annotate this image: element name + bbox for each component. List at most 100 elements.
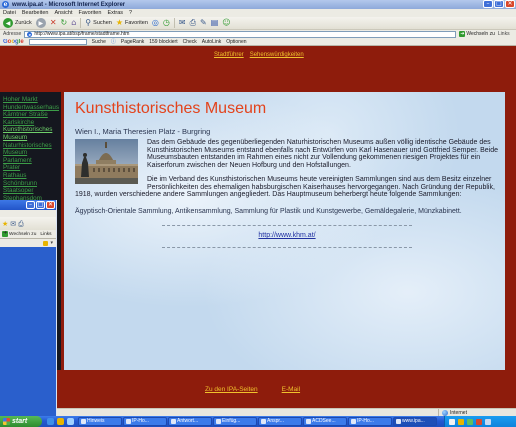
- page-icon: e: [27, 31, 33, 37]
- search-button[interactable]: ⚲ Suchen: [85, 18, 112, 28]
- page-subtitle: Wien I., Maria Theresien Platz - Burgrin…: [75, 127, 211, 136]
- divider-line: [162, 247, 412, 248]
- page-title: Kunsthistorisches Museum: [75, 100, 267, 117]
- toolbar-icon[interactable]: [43, 240, 49, 246]
- desktop-quicklaunch-icon[interactable]: [67, 418, 74, 425]
- sidebar-link[interactable]: Prater: [3, 164, 59, 172]
- back-arrow-icon: ◀: [3, 18, 13, 28]
- refresh-icon[interactable]: ↻: [61, 18, 68, 28]
- sidebar-link-current[interactable]: Kunsthistorisches Museum: [3, 126, 59, 141]
- address-label: Adresse: [3, 31, 22, 37]
- globe-icon: [442, 409, 448, 416]
- network-icon[interactable]: [449, 418, 455, 425]
- favorites-button[interactable]: ★ Favoriten: [116, 18, 148, 28]
- history-icon[interactable]: ◷: [163, 18, 170, 28]
- window-controls: – □ ✕: [483, 0, 515, 8]
- sidebar-link[interactable]: Staatsoper: [3, 187, 59, 195]
- check-button[interactable]: Check: [183, 39, 197, 45]
- messenger-icon[interactable]: [467, 418, 473, 425]
- frame-top-nav: Stadtführer Sehenswürdigkeiten: [214, 52, 304, 58]
- mail-icon[interactable]: ✉: [10, 219, 16, 229]
- second-window-title-bar[interactable]: – □ ✕: [0, 200, 56, 210]
- taskbar-buttons: Hinweis IP-Ho... Antwort... Einfüg... An…: [78, 417, 437, 426]
- chevron-down-icon[interactable]: ▾: [50, 240, 53, 246]
- forward-button[interactable]: ▶: [35, 18, 46, 28]
- close-button[interactable]: ✕: [46, 201, 55, 209]
- nav-link-sehenswuerdigkeiten[interactable]: Sehenswürdigkeiten: [250, 52, 304, 58]
- email-link[interactable]: E-Mail: [282, 386, 300, 393]
- messenger-icon[interactable]: ☺: [222, 18, 230, 28]
- home-icon[interactable]: ⌂: [71, 18, 76, 28]
- google-search-input[interactable]: [28, 38, 87, 45]
- menu-help[interactable]: ?: [129, 10, 132, 16]
- google-search-button[interactable]: Suche: [92, 39, 106, 45]
- pagerank-button[interactable]: PageRank: [121, 39, 144, 45]
- links-button[interactable]: Links: [498, 31, 510, 37]
- menu-favoriten[interactable]: Favoriten: [79, 10, 102, 16]
- menu-extras[interactable]: Extras: [107, 10, 123, 16]
- go-button[interactable]: ➜ Wechseln zu: [2, 231, 36, 237]
- sidebar-link[interactable]: Kärntner Straße: [3, 111, 59, 119]
- taskbar: start Hinweis IP-Ho... Antwort... Einfüg…: [0, 416, 516, 427]
- toolbar-separator: [173, 18, 175, 28]
- sidebar-link[interactable]: Naturhistorisches Museum: [3, 142, 59, 157]
- google-logo[interactable]: Google: [3, 39, 24, 45]
- autolink-button[interactable]: AutoLink: [202, 39, 221, 45]
- security-icon[interactable]: [458, 418, 464, 425]
- ie-quicklaunch-icon[interactable]: [47, 418, 54, 425]
- taskbar-button[interactable]: IP-Ho...: [123, 417, 167, 426]
- options-button[interactable]: Optionen: [226, 39, 246, 45]
- standard-toolbar: ◀ Zurück ▶ ✕ ↻ ⌂ ⚲ Suchen ★ Favoriten ◎ …: [0, 17, 516, 30]
- taskbar-button[interactable]: Hinweis: [78, 417, 122, 426]
- ipa-pages-link[interactable]: Zu den IPA-Seiten: [205, 386, 258, 393]
- taskbar-button[interactable]: Einfüg...: [213, 417, 257, 426]
- links-button[interactable]: Links: [40, 232, 51, 237]
- sidebar-link[interactable]: Parlament: [3, 157, 59, 165]
- address-input[interactable]: e http://www.ipa.at/bsp/frame/stadtframe…: [24, 30, 457, 38]
- folder-quicklaunch-icon[interactable]: [57, 418, 64, 425]
- volume-icon[interactable]: [485, 418, 491, 425]
- star-icon[interactable]: ★: [2, 219, 8, 229]
- menu-bearbeiten[interactable]: Bearbeiten: [22, 10, 49, 16]
- maximize-button[interactable]: □: [494, 0, 504, 8]
- second-window-toolbar: ★ ✉ ⎙: [0, 217, 56, 230]
- popup-blocker-button[interactable]: 159 blockiert: [149, 39, 177, 45]
- back-button[interactable]: ◀ Zurück: [3, 18, 32, 28]
- print-icon[interactable]: ⎙: [190, 18, 196, 28]
- start-button[interactable]: start: [0, 416, 42, 427]
- info-icon[interactable]: ⓘ: [111, 38, 116, 45]
- second-browser-window[interactable]: – □ ✕ ★ ✉ ⎙ ➜ Wechseln zu Links ▾: [0, 200, 57, 416]
- word-icon[interactable]: ▤: [211, 18, 219, 28]
- security-zone: Internet: [438, 409, 467, 416]
- go-label: Wechseln zu: [9, 231, 37, 237]
- print-icon[interactable]: ⎙: [18, 219, 24, 229]
- taskbar-button[interactable]: IP-Ho...: [348, 417, 392, 426]
- minimize-button[interactable]: –: [483, 0, 493, 8]
- close-button[interactable]: ✕: [505, 0, 515, 8]
- divider-line: [162, 225, 412, 226]
- menu-datei[interactable]: Datei: [3, 10, 16, 16]
- taskbar-button[interactable]: Anspr...: [258, 417, 302, 426]
- sidebar-link[interactable]: Karlskirche: [3, 119, 59, 127]
- taskbar-button-active[interactable]: www.ipa...: [393, 417, 437, 426]
- stop-icon[interactable]: ✕: [50, 18, 57, 28]
- sidebar-link[interactable]: Hundertwasserhaus: [3, 104, 59, 112]
- sidebar-link[interactable]: Rathaus: [3, 172, 59, 180]
- sidebar-link[interactable]: Hoher Markt: [3, 96, 59, 104]
- sidebar-link[interactable]: Schönbrunn: [3, 180, 59, 188]
- taskbar-button[interactable]: ACDSee...: [303, 417, 347, 426]
- museum-website-link[interactable]: http://www.khm.at/: [75, 232, 499, 240]
- mail-icon[interactable]: ✉: [179, 18, 186, 28]
- edit-icon[interactable]: ✎: [200, 18, 207, 28]
- minimize-button[interactable]: –: [26, 201, 35, 209]
- media-icon[interactable]: ◎: [152, 18, 159, 28]
- taskbar-button[interactable]: Antwort...: [168, 417, 212, 426]
- antivirus-icon[interactable]: [476, 418, 482, 425]
- go-button[interactable]: ➜ Wechseln zu: [459, 31, 495, 37]
- menu-ansicht[interactable]: Ansicht: [54, 10, 72, 16]
- title-bar: e www.ipa.at - Microsoft Internet Explor…: [0, 0, 516, 9]
- maximize-button[interactable]: □: [36, 201, 45, 209]
- nav-link-stadtfuehrer[interactable]: Stadtführer: [214, 52, 244, 58]
- second-window-controls: – □ ✕: [26, 201, 55, 209]
- status-bar: Internet: [57, 408, 516, 416]
